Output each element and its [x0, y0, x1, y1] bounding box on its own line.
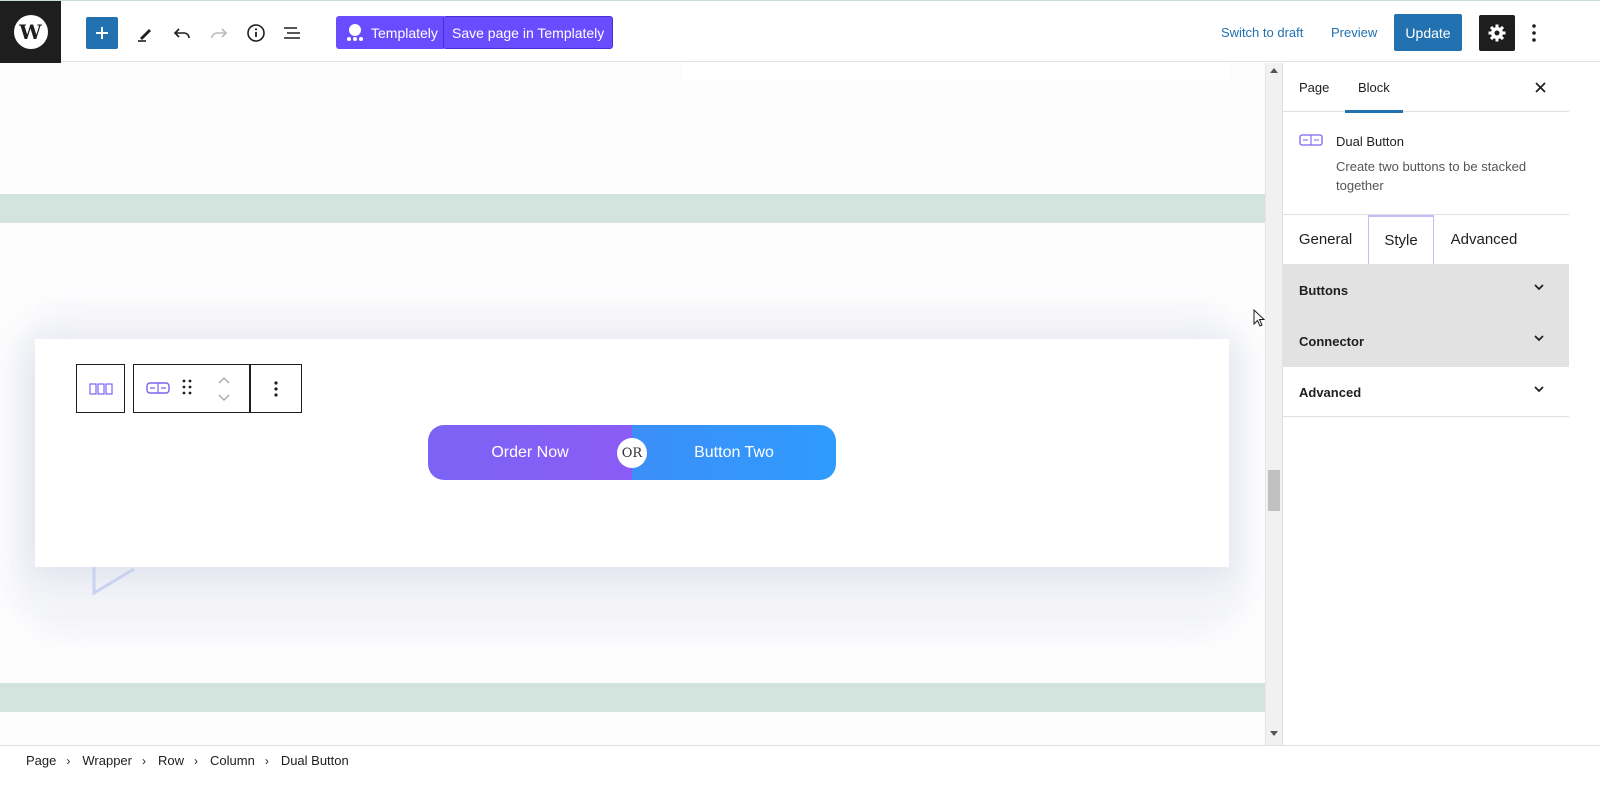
add-block-button[interactable] [86, 17, 118, 49]
details-button[interactable] [240, 17, 272, 49]
close-sidebar-button[interactable] [1530, 77, 1550, 97]
settings-sidebar: Page Block Dual Button Create two button… [1282, 63, 1569, 745]
undo-icon [173, 28, 190, 39]
chevron-right-icon: › [194, 753, 199, 768]
undo-button[interactable] [166, 17, 198, 49]
sidebar-tabs: Page Block [1283, 63, 1569, 113]
templately-button[interactable]: Templately [336, 16, 446, 49]
chevron-down-icon [1534, 284, 1544, 291]
templately-label: Templately [371, 24, 438, 41]
close-icon [1534, 81, 1546, 93]
select-parent-block-button[interactable] [76, 364, 125, 413]
plus-icon [96, 27, 108, 39]
options-menu-button[interactable] [1524, 19, 1544, 47]
block-title: Dual Button [1336, 134, 1404, 149]
chevron-down-icon [1534, 386, 1544, 393]
toolbar-divider [249, 364, 251, 413]
scrollbar-thumb[interactable] [1268, 470, 1280, 511]
panel-connector[interactable]: Connector [1283, 315, 1569, 366]
breadcrumb-wrapper[interactable]: Wrapper [82, 753, 132, 768]
editor-canvas[interactable]: Order Now Button Two OR [0, 63, 1265, 745]
breadcrumb-column[interactable]: Column [210, 753, 255, 768]
tab-block[interactable]: Block [1345, 63, 1403, 113]
move-up-down-icon[interactable] [214, 374, 234, 404]
redo-button[interactable] [203, 17, 235, 49]
tab-style[interactable]: Style [1368, 215, 1434, 264]
button-connector: OR [617, 438, 647, 468]
gear-icon [1488, 24, 1506, 42]
panel-buttons[interactable]: Buttons [1283, 264, 1569, 315]
mouse-cursor-icon [1253, 309, 1265, 327]
more-vertical-icon [1532, 24, 1536, 42]
scroll-up-icon[interactable] [1270, 67, 1278, 73]
dual-button-icon [1299, 134, 1323, 146]
chevron-right-icon: › [66, 753, 71, 768]
block-breadcrumb-bar: Page › Wrapper › Row › Column › Dual But… [0, 745, 1600, 785]
chevron-down-icon [1534, 335, 1544, 342]
panel-buttons-label: Buttons [1299, 283, 1349, 298]
redo-icon [211, 28, 228, 39]
canvas-scrollbar[interactable] [1265, 63, 1282, 745]
breadcrumb-dual-button[interactable]: Dual Button [281, 753, 349, 768]
tools-button[interactable] [129, 17, 161, 49]
wordpress-logo-button[interactable]: W [0, 1, 61, 63]
drag-handle-icon[interactable] [182, 378, 192, 396]
list-view-icon [284, 27, 300, 39]
panel-connector-label: Connector [1299, 334, 1364, 349]
switch-to-draft-button[interactable]: Switch to draft [1221, 25, 1303, 40]
previous-block-card [683, 63, 1229, 80]
templately-icon [347, 23, 363, 41]
panel-advanced[interactable]: Advanced [1283, 366, 1569, 417]
wordpress-logo-letter: W [19, 20, 42, 44]
block-toolbar [133, 364, 302, 413]
chevron-right-icon: › [142, 753, 146, 768]
editor-top-bar: W Templately Save page in Templately Swi… [0, 0, 1600, 63]
section-divider-band [0, 683, 1265, 712]
chevron-right-icon: › [264, 753, 269, 768]
tab-page[interactable]: Page [1299, 63, 1329, 112]
block-description: Create two buttons to be stacked togethe… [1336, 159, 1527, 193]
settings-button[interactable] [1479, 15, 1515, 51]
breadcrumb: Page › Wrapper › Row › Column › Dual But… [26, 753, 359, 768]
block-options-button[interactable] [266, 377, 286, 401]
breadcrumb-page[interactable]: Page [26, 753, 56, 768]
save-in-templately-label: Save page in Templately [452, 24, 605, 41]
save-in-templately-button[interactable]: Save page in Templately [443, 16, 614, 49]
preview-button[interactable]: Preview [1331, 25, 1377, 40]
tab-general[interactable]: General [1283, 215, 1368, 264]
info-icon [247, 24, 265, 42]
scroll-down-icon[interactable] [1270, 731, 1278, 737]
button-one[interactable]: Order Now [428, 425, 632, 480]
breadcrumb-row[interactable]: Row [158, 753, 184, 768]
list-view-button[interactable] [276, 17, 308, 49]
dual-button-icon[interactable] [146, 381, 170, 395]
pencil-icon [138, 29, 151, 42]
tab-advanced[interactable]: Advanced [1434, 215, 1534, 264]
block-card-info: Dual Button Create two buttons to be sta… [1283, 112, 1569, 215]
panel-advanced-label: Advanced [1299, 385, 1362, 400]
more-vertical-icon [274, 381, 278, 397]
update-button[interactable]: Update [1394, 14, 1462, 51]
columns-icon [88, 382, 113, 395]
section-divider-band [0, 194, 1265, 223]
wordpress-icon: W [13, 15, 48, 49]
button-two[interactable]: Button Two [632, 425, 836, 480]
block-settings-tabs: General Style Advanced [1283, 215, 1569, 264]
